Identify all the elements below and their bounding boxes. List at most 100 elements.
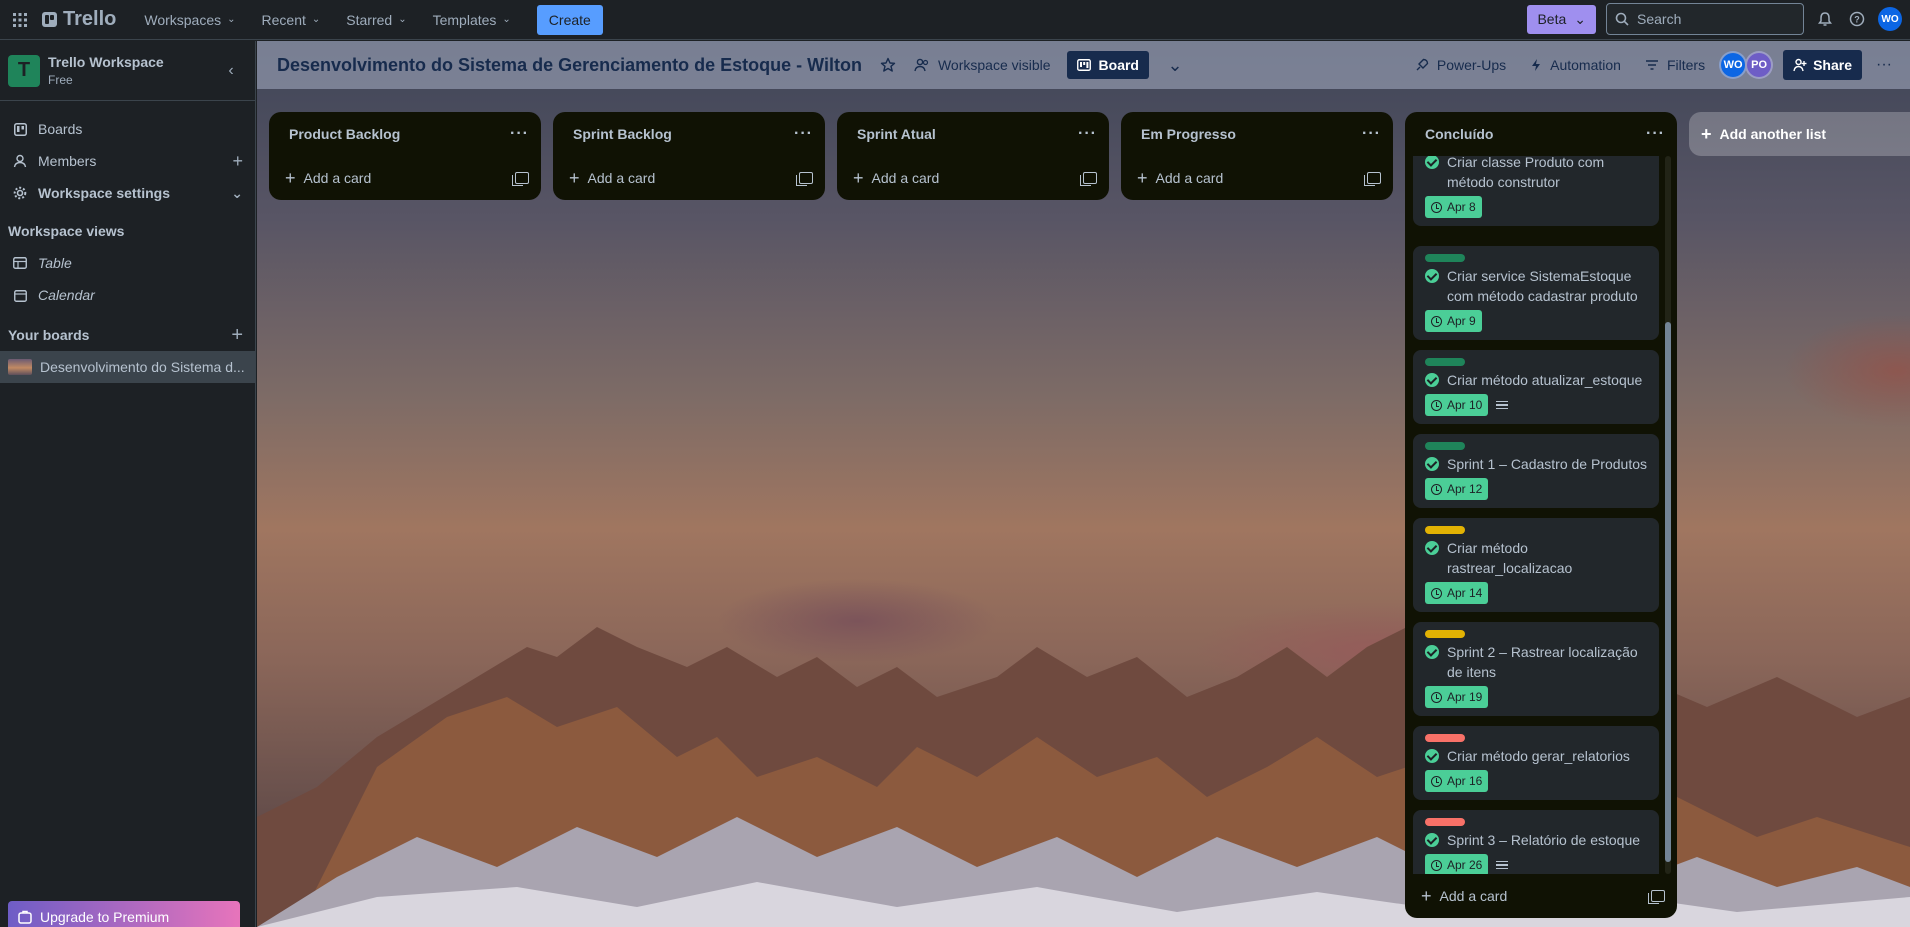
power-ups-button[interactable]: Power-Ups xyxy=(1405,51,1516,79)
add-another-list-button[interactable]: + Add another list xyxy=(1689,112,1910,156)
list-title[interactable]: Em Progresso xyxy=(1141,126,1236,142)
add-member-icon[interactable]: + xyxy=(232,151,243,172)
card-sprint-1[interactable]: Sprint 1 – Cadastro de Produtos Apr 12 xyxy=(1413,434,1659,508)
card-criar-metodo-rastrear[interactable]: Criar método rastrear_localizacao Apr 14 xyxy=(1413,518,1659,612)
list-product-backlog[interactable]: Product Backlog ··· + Add a card xyxy=(269,112,541,200)
list-menu-icon[interactable]: ··· xyxy=(1362,125,1381,143)
card-label[interactable] xyxy=(1425,442,1465,450)
upgrade-premium-button[interactable]: Upgrade to Premium xyxy=(8,901,240,927)
card-template-icon[interactable] xyxy=(512,172,529,186)
workspace-avatar[interactable]: T xyxy=(8,54,40,87)
add-board-icon[interactable]: + xyxy=(231,324,243,347)
list-menu-icon[interactable]: ··· xyxy=(1646,125,1665,143)
workspace-visible-button[interactable]: Workspace visible xyxy=(904,51,1061,79)
help-icon[interactable]: ? xyxy=(1846,8,1868,30)
starred-menu-label: Starred xyxy=(346,11,393,28)
member-avatar[interactable]: WO xyxy=(1719,51,1748,79)
sidebar-item-label: Calendar xyxy=(38,287,95,303)
sidebar-item-boards[interactable]: Boards xyxy=(0,113,255,145)
card-sprint-2[interactable]: Sprint 2 – Rastrear localização de itens… xyxy=(1413,622,1659,716)
list-title[interactable]: Concluído xyxy=(1425,126,1493,142)
card-sprint-3[interactable]: Sprint 3 – Relatório de estoque Apr 26 xyxy=(1413,810,1659,874)
trello-logo[interactable]: Trello xyxy=(42,8,116,31)
board-title[interactable]: Desenvolvimento do Sistema de Gerenciame… xyxy=(277,55,862,76)
due-date-badge[interactable]: Apr 16 xyxy=(1425,770,1489,792)
recent-menu[interactable]: Recent ⌄ xyxy=(252,6,331,34)
notifications-bell-icon[interactable] xyxy=(1814,8,1836,30)
sidebar-item-members[interactable]: Members + xyxy=(0,145,255,177)
sidebar-item-table[interactable]: Table xyxy=(0,247,255,279)
sidebar-board-item[interactable]: Desenvolvimento do Sistema d... xyxy=(0,351,255,383)
due-date-badge[interactable]: Apr 10 xyxy=(1425,394,1489,416)
create-button[interactable]: Create xyxy=(536,4,603,35)
complete-check-icon[interactable] xyxy=(1425,645,1439,659)
list-title[interactable]: Product Backlog xyxy=(289,126,400,142)
complete-check-icon[interactable] xyxy=(1425,457,1439,471)
list-concluido[interactable]: Concluído ··· Criar classe Produto com mé… xyxy=(1405,112,1677,918)
due-date-badge[interactable]: Apr 12 xyxy=(1425,478,1489,500)
card-label[interactable] xyxy=(1425,254,1465,262)
list-title[interactable]: Sprint Backlog xyxy=(573,126,672,142)
list-title[interactable]: Sprint Atual xyxy=(857,126,936,142)
card-template-icon[interactable] xyxy=(1648,890,1665,904)
card-label[interactable] xyxy=(1425,358,1465,366)
board-view-button[interactable]: Board xyxy=(1066,51,1149,79)
chevron-down-icon[interactable]: ⌄ xyxy=(1159,49,1191,81)
card-criar-service-sistemaestoque[interactable]: Criar service SistemaEstoque com método … xyxy=(1413,246,1659,340)
member-avatar[interactable]: PO xyxy=(1745,51,1774,79)
add-card-button[interactable]: + Add a card xyxy=(1121,156,1393,200)
complete-check-icon[interactable] xyxy=(1425,541,1439,555)
chevron-down-icon[interactable]: ⌄ xyxy=(231,185,243,202)
complete-check-icon[interactable] xyxy=(1425,156,1439,169)
share-button[interactable]: Share xyxy=(1783,50,1862,80)
automation-button[interactable]: Automation xyxy=(1520,51,1631,79)
card-label[interactable] xyxy=(1425,734,1465,742)
card-template-icon[interactable] xyxy=(796,172,813,186)
list-menu-icon[interactable]: ··· xyxy=(1078,125,1097,143)
star-icon[interactable] xyxy=(872,49,904,81)
templates-menu[interactable]: Templates ⌄ xyxy=(423,6,521,34)
filters-button[interactable]: Filters xyxy=(1635,51,1715,79)
card-label[interactable] xyxy=(1425,818,1465,826)
due-date-badge[interactable]: Apr 14 xyxy=(1425,582,1489,604)
due-date-badge[interactable]: Apr 8 xyxy=(1425,196,1482,218)
workspace-name[interactable]: Trello Workspace xyxy=(48,54,164,70)
workspaces-menu[interactable]: Workspaces ⌄ xyxy=(134,6,245,34)
card-criar-classe-produto[interactable]: Criar classe Produto com método construt… xyxy=(1413,156,1659,226)
complete-check-icon[interactable] xyxy=(1425,749,1439,763)
complete-check-icon[interactable] xyxy=(1425,373,1439,387)
add-card-button[interactable]: + Add a card xyxy=(837,156,1109,200)
list-sprint-atual[interactable]: Sprint Atual ··· + Add a card xyxy=(837,112,1109,200)
app-switcher-icon[interactable] xyxy=(8,8,32,32)
card-label[interactable] xyxy=(1425,526,1465,534)
add-card-button[interactable]: + Add a card xyxy=(553,156,825,200)
sidebar-item-workspace-settings[interactable]: Workspace settings ⌄ xyxy=(0,177,255,209)
card-label[interactable] xyxy=(1425,630,1465,638)
list-em-progresso[interactable]: Em Progresso ··· + Add a card xyxy=(1121,112,1393,200)
complete-check-icon[interactable] xyxy=(1425,833,1439,847)
more-options-icon[interactable]: ··· xyxy=(1868,49,1900,81)
sidebar-item-calendar[interactable]: Calendar xyxy=(0,279,255,311)
list-sprint-backlog[interactable]: Sprint Backlog ··· + Add a card xyxy=(553,112,825,200)
due-date-badge[interactable]: Apr 26 xyxy=(1425,854,1489,874)
due-date-badge[interactable]: Apr 19 xyxy=(1425,686,1489,708)
card-criar-metodo-gerar-relatorios[interactable]: Criar método gerar_relatorios Apr 16 xyxy=(1413,726,1659,800)
card-template-icon[interactable] xyxy=(1080,172,1097,186)
user-avatar[interactable]: WO xyxy=(1878,7,1902,31)
complete-check-icon[interactable] xyxy=(1425,269,1439,283)
table-icon xyxy=(12,257,28,269)
search-input[interactable]: Search xyxy=(1606,3,1804,35)
plus-icon: + xyxy=(853,167,864,188)
clock-icon xyxy=(1431,315,1442,327)
due-date-badge[interactable]: Apr 9 xyxy=(1425,310,1482,332)
card-template-icon[interactable] xyxy=(1364,172,1381,186)
beta-button[interactable]: Beta ⌄ xyxy=(1527,4,1596,34)
starred-menu[interactable]: Starred ⌄ xyxy=(336,6,416,34)
list-scrollbar-thumb[interactable] xyxy=(1665,322,1671,862)
collapse-sidebar-icon[interactable]: ‹ xyxy=(215,55,247,87)
list-menu-icon[interactable]: ··· xyxy=(510,125,529,143)
add-card-button[interactable]: + Add a card xyxy=(269,156,541,200)
add-card-button[interactable]: + Add a card xyxy=(1405,874,1677,918)
card-criar-metodo-atualizar-estoque[interactable]: Criar método atualizar_estoque Apr 10 xyxy=(1413,350,1659,424)
list-menu-icon[interactable]: ··· xyxy=(794,125,813,143)
